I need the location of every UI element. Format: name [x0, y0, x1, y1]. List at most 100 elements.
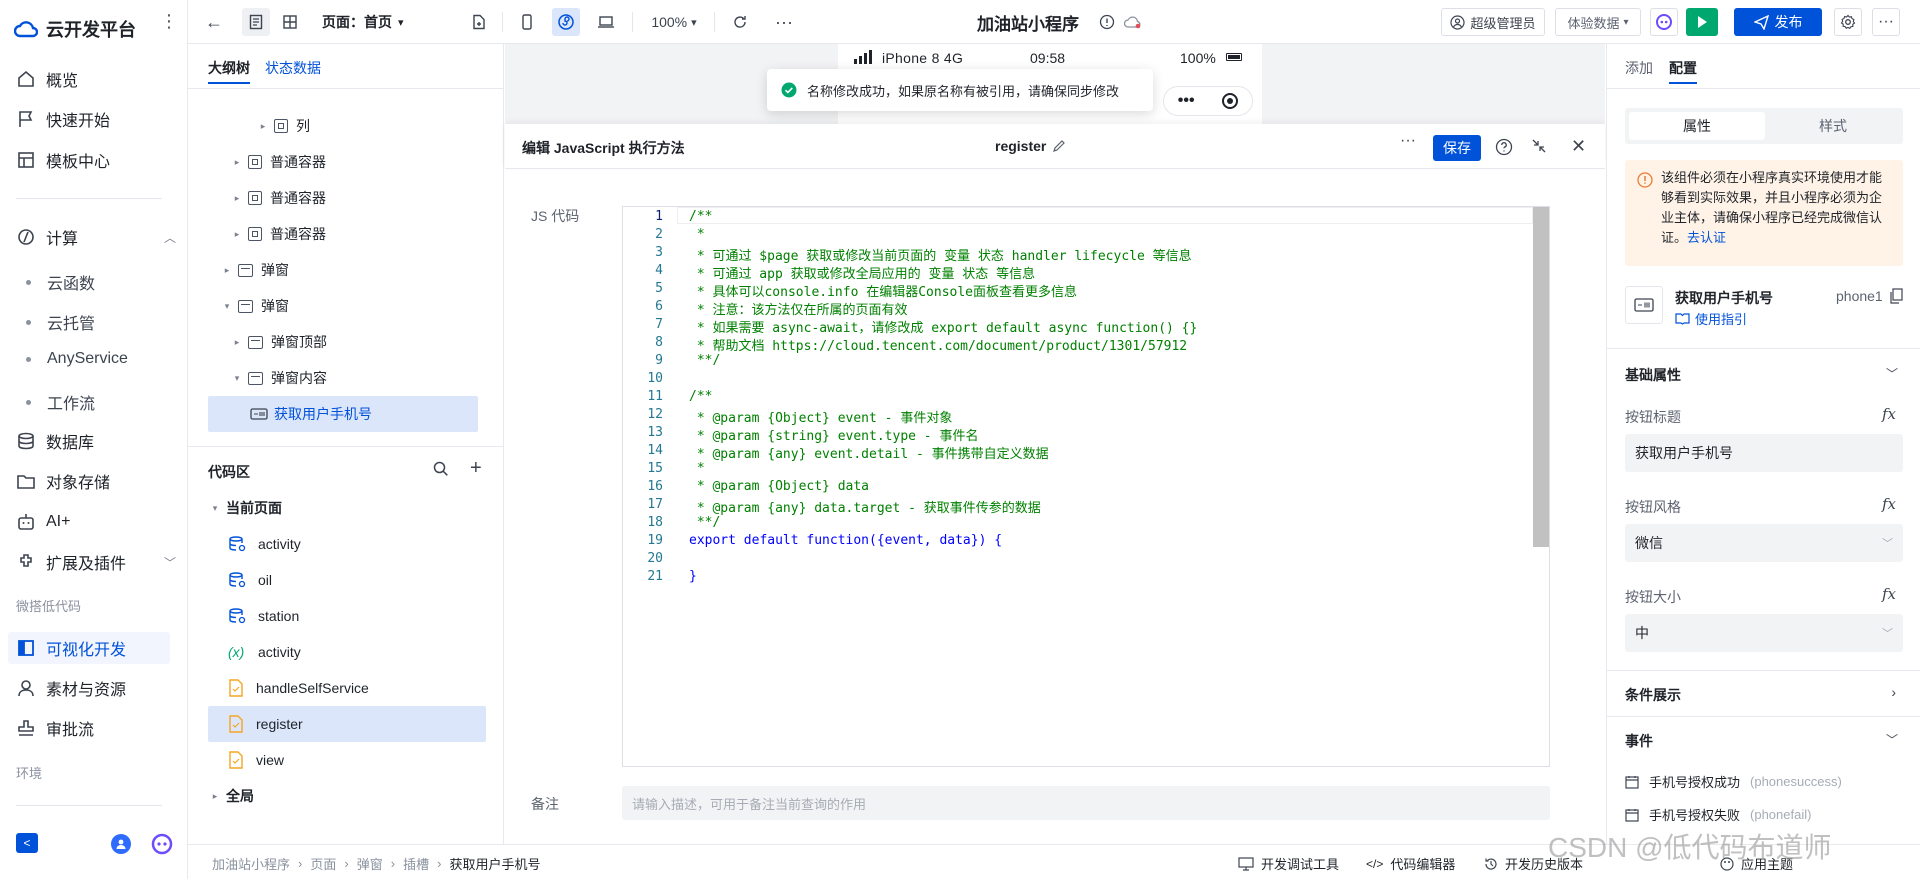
breadcrumb-item[interactable]: 页面 [310, 854, 336, 873]
refresh-button[interactable] [726, 8, 754, 36]
note-input[interactable]: 请输入描述，可用于备注当前查询的作用 [622, 786, 1550, 820]
nav-subitem[interactable]: 工作流 [26, 390, 95, 414]
zoom-select[interactable]: 100% ▾ [644, 8, 704, 36]
code-item-register[interactable]: register [208, 706, 484, 742]
basic-props-title[interactable]: 基础属性 [1625, 365, 1681, 385]
tree-node-get-phone[interactable]: 获取用户手机号 [250, 396, 372, 432]
nav-item-approval[interactable]: 审批流 [16, 713, 176, 743]
assistant-button[interactable] [1650, 8, 1678, 36]
nav-item-compute[interactable]: 计算 ︿ [16, 222, 176, 252]
more-menu-button[interactable]: ··· [1872, 8, 1900, 36]
verify-link[interactable]: 去认证 [1687, 230, 1726, 245]
nav-item-visual-dev[interactable]: 可视化开发 [16, 633, 176, 663]
tree-node-modal-header[interactable]: ▸ 弹窗顶部 [230, 324, 327, 360]
nav-subitem[interactable]: 云函数 [26, 270, 95, 294]
minimize-icon[interactable] [1531, 138, 1547, 154]
assistant-icon[interactable] [150, 833, 174, 855]
user-role-button[interactable]: 超级管理员 [1441, 8, 1545, 36]
method-name[interactable]: register [995, 138, 1066, 154]
tab-state-data[interactable]: 状态数据 [265, 58, 321, 78]
conditional-display-title[interactable]: 条件展示 [1625, 685, 1681, 705]
scrollbar-thumb[interactable] [1533, 207, 1549, 547]
nav-item-overview[interactable]: 概览 [16, 64, 176, 94]
close-icon[interactable]: ✕ [1571, 136, 1586, 157]
tree-node-global[interactable]: ▸ 全局 [208, 778, 254, 814]
code-item-view[interactable]: view [208, 742, 484, 778]
nav-item-storage[interactable]: 对象存储 [16, 466, 176, 496]
events-title[interactable]: 事件 [1625, 731, 1653, 751]
segment-properties[interactable]: 属性 [1629, 112, 1765, 140]
tree-node-modal-content[interactable]: ▾ 弹窗内容 [230, 360, 327, 396]
tab-config[interactable]: 配置 [1669, 58, 1697, 78]
settings-button[interactable] [1834, 8, 1862, 36]
tree-node-container[interactable]: ▸ 普通容器 [230, 144, 326, 180]
avatar[interactable] [111, 834, 131, 854]
code-item-handle-self-service[interactable]: handleSelfService [208, 670, 484, 706]
code-item-station-model[interactable]: station [208, 598, 484, 634]
breadcrumb-item[interactable]: 插槽 [403, 854, 429, 873]
event-phonesuccess[interactable]: 手机号授权成功 (phonesuccess) [1625, 772, 1842, 791]
nav-subitem[interactable]: 云托管 [26, 310, 95, 334]
run-preview-button[interactable] [1686, 8, 1718, 36]
tab-add[interactable]: 添加 [1625, 58, 1653, 78]
tree-node-column[interactable]: ▸ 列 [256, 108, 310, 144]
breadcrumb-item[interactable]: 弹窗 [357, 854, 383, 873]
data-mode-select[interactable]: 体验数据 ▾ [1555, 8, 1641, 36]
chevron-down-icon[interactable]: ﹀ [1886, 365, 1898, 382]
code-editor-button[interactable]: </> 代码编辑器 [1366, 854, 1455, 873]
more-vertical-icon[interactable]: ⋮ [160, 12, 178, 30]
help-icon[interactable] [1495, 138, 1513, 156]
brand[interactable]: 云开发平台 [14, 16, 136, 42]
miniprogram-preview-button[interactable] [552, 8, 580, 36]
code-item-oil-model[interactable]: oil [208, 562, 484, 598]
mobile-preview-button[interactable] [514, 8, 540, 36]
back-arrow-icon[interactable]: ← [202, 8, 226, 36]
segment-styles[interactable]: 样式 [1767, 112, 1899, 140]
layout-view-button[interactable] [276, 8, 304, 36]
capsule-menu[interactable]: ••• [1163, 86, 1253, 116]
dev-tools-button[interactable]: 开发调试工具 [1238, 854, 1339, 873]
event-phonefail[interactable]: 手机号授权失败 (phonefail) [1625, 805, 1811, 824]
copy-icon[interactable] [1889, 288, 1903, 304]
tree-node-container[interactable]: ▸ 普通容器 [230, 180, 326, 216]
tab-outline-tree[interactable]: 大纲树 [208, 58, 250, 78]
more-icon[interactable]: ··· [770, 8, 798, 36]
code-item-activity-variable[interactable]: (x) activity [208, 634, 484, 670]
breadcrumb-item[interactable]: 加油站小程序 [212, 854, 290, 873]
button-size-select[interactable]: 中 ﹀ [1625, 614, 1903, 652]
page-view-button[interactable] [242, 8, 270, 36]
tree-node-modal[interactable]: ▸ 弹窗 [220, 252, 289, 288]
fx-icon[interactable]: fx [1882, 405, 1896, 423]
nav-item-templates[interactable]: 模板中心 [16, 145, 176, 175]
more-icon[interactable]: ··· [1400, 132, 1416, 150]
desktop-preview-button[interactable] [592, 8, 620, 36]
fx-icon[interactable]: fx [1882, 585, 1896, 603]
new-page-button[interactable] [466, 8, 492, 36]
breadcrumb-item[interactable]: 获取用户手机号 [449, 854, 540, 873]
code-item-activity-model[interactable]: activity [208, 526, 484, 562]
page-selector[interactable]: 页面：首页 ▾ [322, 8, 412, 36]
add-code-icon[interactable]: + [470, 458, 482, 478]
button-style-select[interactable]: 微信 ﹀ [1625, 524, 1903, 562]
usage-guide-link[interactable]: 使用指引 [1675, 309, 1747, 328]
info-icon[interactable] [1096, 8, 1118, 36]
publish-button[interactable]: 发布 [1734, 8, 1822, 36]
cloud-sync-icon[interactable] [1122, 8, 1144, 36]
button-title-input[interactable]: 获取用户手机号 [1625, 434, 1903, 472]
edit-pencil-icon[interactable] [1052, 139, 1066, 153]
chevron-right-icon[interactable]: › [1891, 684, 1896, 700]
nav-item-plugins[interactable]: 扩展及插件 ﹀ [16, 547, 176, 577]
nav-subitem[interactable]: AnyService [26, 350, 128, 368]
collapse-nav-button[interactable]: < [16, 833, 38, 853]
code-editor[interactable]: 1 /** 2 * 3 * 可通过 $page 获取或修改当前页面的 变量 状态 ha… [622, 206, 1550, 767]
tree-node-current-page[interactable]: ▾ 当前页面 [208, 490, 282, 526]
nav-item-quickstart[interactable]: 快速开始 [16, 104, 176, 134]
close-miniprogram-icon[interactable] [1222, 93, 1239, 109]
tree-node-container[interactable]: ▸ 普通容器 [230, 216, 326, 252]
fx-icon[interactable]: fx [1882, 495, 1896, 513]
chevron-down-icon[interactable]: ﹀ [1886, 731, 1898, 748]
nav-item-database[interactable]: 数据库 [16, 426, 176, 456]
save-button[interactable]: 保存 [1433, 135, 1481, 161]
search-icon[interactable] [432, 460, 450, 478]
nav-item-assets[interactable]: 素材与资源 [16, 673, 176, 703]
